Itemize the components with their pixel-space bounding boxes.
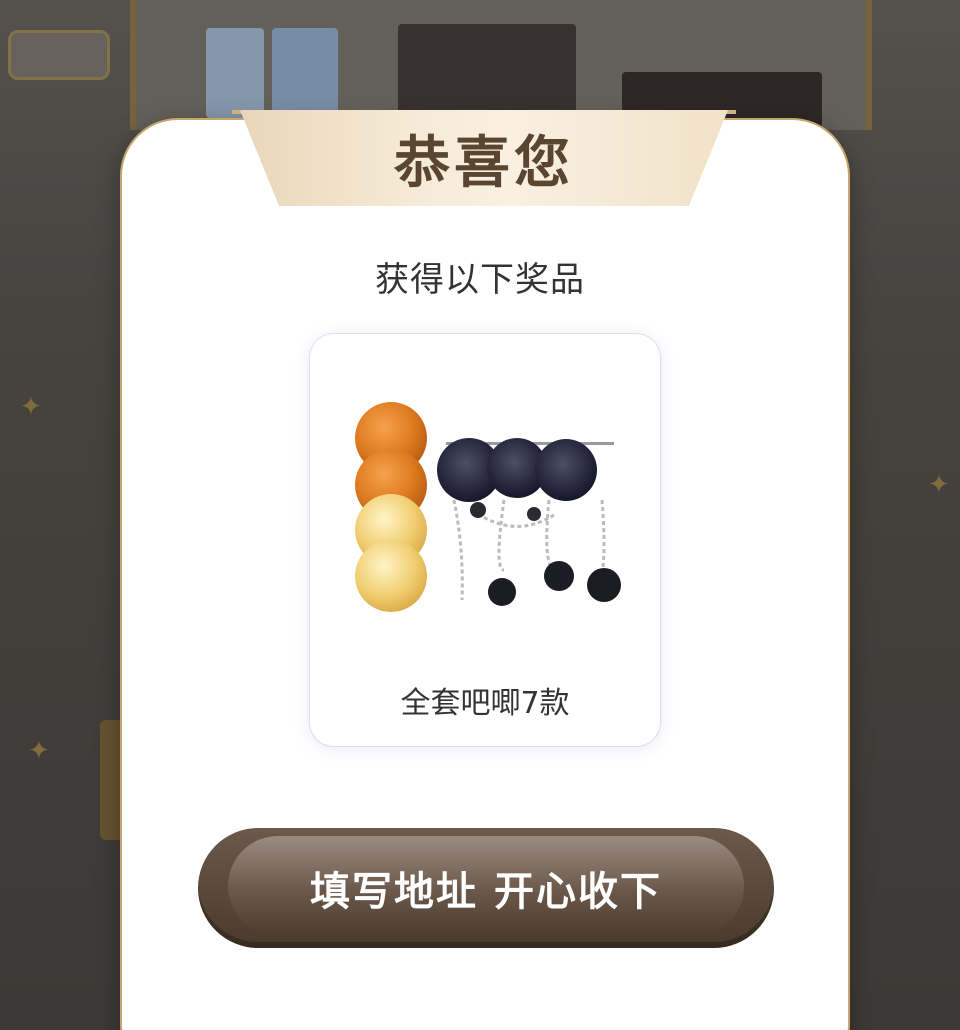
prize-card: 全套吧唧7款 [310, 334, 660, 746]
congrats-banner: 恭喜您 [240, 110, 728, 206]
fill-address-button-label: 填写地址 开心收下 [310, 869, 662, 915]
fill-address-button[interactable]: 填写地址 开心收下 [198, 828, 774, 948]
prize-subtitle: 获得以下奖品 [375, 260, 585, 300]
app-screen: ✦ ✦ ✦ 恭喜您 获得以下奖品 全套吧唧7款 填写地址 开心收下 [0, 0, 960, 1030]
prize-image [355, 402, 621, 612]
prize-name: 全套吧唧7款 [400, 686, 570, 721]
banner-title: 恭喜您 [394, 130, 574, 196]
